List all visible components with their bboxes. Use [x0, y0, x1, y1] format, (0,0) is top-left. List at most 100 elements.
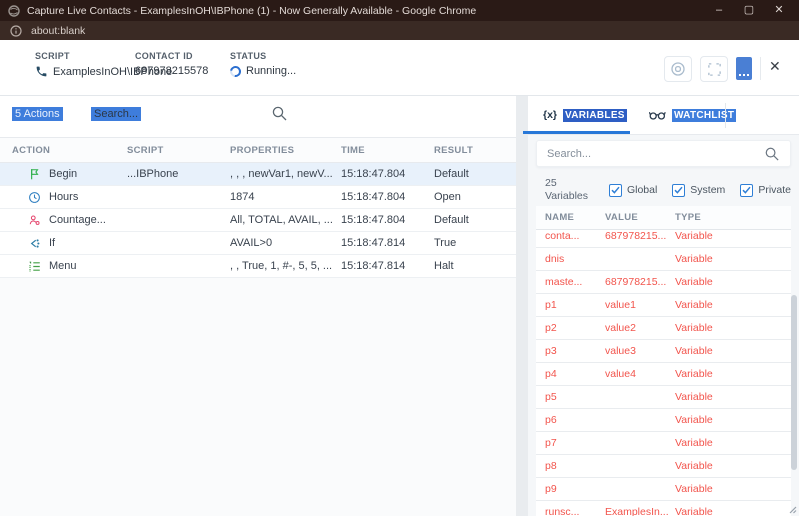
- minimize-button[interactable]: –: [713, 5, 725, 16]
- variable-row[interactable]: p6 Variable: [536, 409, 791, 432]
- actions-toolbar: 5 Actions Search...: [0, 96, 516, 137]
- variable-name: p5: [545, 391, 605, 403]
- variable-row[interactable]: p9 Variable: [536, 478, 791, 501]
- variable-name: p1: [545, 299, 605, 311]
- variable-name: runsc...: [545, 506, 605, 516]
- contact-id-label: CONTACT ID: [135, 51, 208, 61]
- variable-type: Variable: [675, 322, 791, 334]
- stop-circle-icon: [670, 61, 686, 77]
- dock-panel-button[interactable]: [736, 57, 752, 80]
- variables-search-box[interactable]: Search...: [536, 140, 791, 167]
- col-name: NAME: [545, 212, 605, 223]
- url-text[interactable]: about:blank: [31, 25, 85, 37]
- variable-row[interactable]: p8 Variable: [536, 455, 791, 478]
- actions-count-badge: 5 Actions: [12, 107, 63, 121]
- tab-watchlist[interactable]: WATCHLIST: [645, 96, 740, 134]
- variables-count-caption: Variables: [545, 190, 588, 203]
- action-row-begin[interactable]: Begin ...IBPhone , , , newVar1, newV... …: [0, 163, 516, 186]
- actions-panel: 5 Actions Search... ACTION SCRIPT PROPER…: [0, 96, 516, 516]
- action-properties: , , , newVar1, newV...: [230, 168, 341, 180]
- variable-name: p7: [545, 437, 605, 449]
- variables-scrollbar[interactable]: [791, 295, 797, 470]
- variable-row[interactable]: p4 value4 Variable: [536, 363, 791, 386]
- check-icon: [674, 186, 683, 194]
- variable-value: value2: [605, 322, 675, 334]
- variable-row[interactable]: p2 value2 Variable: [536, 317, 791, 340]
- action-row-countage[interactable]: Countage... All, TOTAL, AVAIL, ... 15:18…: [0, 209, 516, 232]
- tab-variables-label: VARIABLES: [563, 109, 627, 122]
- variables-count: 25 Variables: [545, 177, 588, 203]
- variable-name: p9: [545, 483, 605, 495]
- variable-name: p3: [545, 345, 605, 357]
- variable-type: Variable: [675, 368, 791, 380]
- checkbox-system[interactable]: [672, 184, 685, 197]
- col-result: RESULT: [434, 145, 516, 156]
- variables-table-body: conta... 687978215... Variable dnis Vari…: [536, 230, 791, 516]
- checkbox-private[interactable]: [740, 184, 753, 197]
- variable-row[interactable]: dnis Variable: [536, 248, 791, 271]
- flag-icon: [28, 167, 41, 181]
- search-icon[interactable]: [271, 105, 288, 122]
- expand-button[interactable]: [700, 56, 728, 82]
- variables-filter-row: 25 Variables Global: [536, 174, 791, 206]
- action-result: Default: [434, 214, 516, 226]
- variable-row[interactable]: conta... 687978215... Variable: [536, 230, 791, 248]
- variable-name: p2: [545, 322, 605, 334]
- action-name: If: [49, 237, 55, 249]
- filter-private[interactable]: Private: [740, 184, 791, 197]
- variable-value: value1: [605, 299, 675, 311]
- contact-id-value: 687978215578: [135, 65, 208, 77]
- variable-type: Variable: [675, 230, 791, 242]
- action-name: Menu: [49, 260, 77, 272]
- resize-grip-icon[interactable]: [787, 504, 797, 514]
- action-time: 15:18:47.804: [341, 168, 434, 180]
- contact-id-info: CONTACT ID 687978215578: [135, 51, 208, 77]
- filter-system[interactable]: System: [672, 184, 725, 197]
- checkbox-global[interactable]: [609, 184, 622, 197]
- action-properties: All, TOTAL, AVAIL, ...: [230, 214, 341, 226]
- check-icon: [742, 186, 751, 194]
- action-time: 15:18:47.804: [341, 214, 434, 226]
- search-icon[interactable]: [764, 146, 780, 162]
- variable-row[interactable]: p1 value1 Variable: [536, 294, 791, 317]
- col-properties: PROPERTIES: [230, 145, 341, 156]
- variable-row[interactable]: p3 value3 Variable: [536, 340, 791, 363]
- action-name: Countage...: [49, 214, 106, 226]
- variable-name: maste...: [545, 276, 605, 288]
- action-row-if[interactable]: If AVAIL>0 15:18:47.814 True: [0, 232, 516, 255]
- action-row-hours[interactable]: Hours 1874 15:18:47.804 Open: [0, 186, 516, 209]
- variable-row[interactable]: p5 Variable: [536, 386, 791, 409]
- filter-global[interactable]: Global: [609, 184, 657, 197]
- filter-global-label: Global: [627, 184, 657, 196]
- window-title: Capture Live Contacts - ExamplesInOH\IBP…: [27, 5, 706, 17]
- address-bar[interactable]: about:blank: [0, 21, 799, 40]
- page-info-icon[interactable]: [10, 25, 22, 37]
- filter-private-label: Private: [758, 184, 791, 196]
- dock-panel-dots-icon: [739, 74, 749, 76]
- variable-name: dnis: [545, 253, 605, 265]
- maximize-button[interactable]: ▢: [743, 5, 755, 16]
- variable-row[interactable]: maste... 687978215... Variable: [536, 271, 791, 294]
- header-divider: [760, 57, 761, 80]
- variable-row[interactable]: p7 Variable: [536, 432, 791, 455]
- variable-row[interactable]: runsc... ExamplesIn... Variable: [536, 501, 791, 516]
- panel-splitter[interactable]: [516, 96, 528, 516]
- action-time: 15:18:47.814: [341, 260, 434, 272]
- filter-system-label: System: [690, 184, 725, 196]
- action-result: Default: [434, 168, 516, 180]
- phone-icon: [35, 65, 48, 78]
- tabs-divider: [725, 103, 726, 128]
- close-window-button[interactable]: ✕: [773, 5, 785, 16]
- tab-variables[interactable]: {x} VARIABLES: [528, 96, 630, 134]
- numbered-list-icon: [28, 260, 41, 273]
- variable-type: Variable: [675, 483, 791, 495]
- action-result: True: [434, 237, 516, 249]
- close-capture-button[interactable]: ✕: [769, 59, 781, 73]
- debug-header: SCRIPT ExamplesInOH\IBPhone CONTACT ID 6…: [0, 40, 799, 96]
- actions-search-input[interactable]: Search...: [91, 107, 141, 121]
- action-row-menu[interactable]: Menu , , True, 1, #-, 5, 5, ... 15:18:47…: [0, 255, 516, 278]
- variable-value: value3: [605, 345, 675, 357]
- col-type: TYPE: [675, 212, 791, 223]
- main-content: 5 Actions Search... ACTION SCRIPT PROPER…: [0, 96, 799, 516]
- stop-capture-button[interactable]: [664, 56, 692, 82]
